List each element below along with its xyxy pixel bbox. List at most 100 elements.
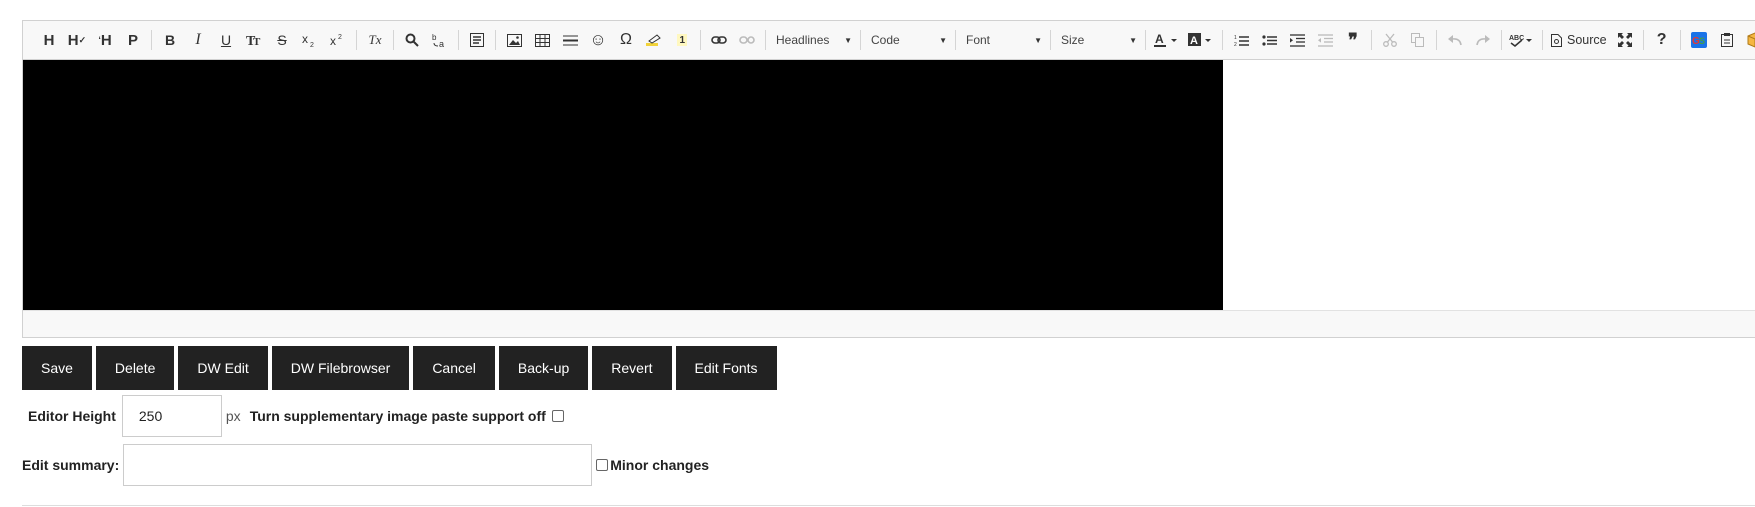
italic-button[interactable]: I (184, 26, 212, 54)
cut-icon[interactable] (1376, 26, 1404, 54)
toolbar-separator (1501, 30, 1502, 50)
heading-2-label: H (67, 31, 79, 49)
heading-2-button[interactable]: H ✓ (63, 26, 91, 54)
editor-height-unit: px (225, 408, 241, 424)
chevron-down-icon: ▼ (1129, 35, 1137, 45)
table-icon[interactable] (528, 26, 556, 54)
outdent-icon[interactable] (1311, 26, 1339, 54)
search-icon[interactable] (398, 26, 426, 54)
edit-summary-label: Edit summary: (22, 457, 120, 473)
headlines-label: Headlines (776, 33, 830, 47)
blockquote-icon[interactable]: ❞ (1339, 26, 1367, 54)
svg-text:x: x (302, 32, 308, 46)
toolbar-separator (393, 30, 394, 50)
text-color-icon[interactable]: A (1150, 26, 1184, 54)
package-icon[interactable] (1741, 26, 1755, 54)
spellcheck-icon[interactable]: ABC (1506, 26, 1538, 54)
link-icon[interactable] (705, 26, 733, 54)
select-all-icon[interactable] (463, 26, 491, 54)
special-character-icon[interactable]: Ω (612, 26, 640, 54)
edit-summary-row: Edit summary: Minor changes (22, 443, 709, 487)
dw-edit-button[interactable]: DW Edit (178, 346, 268, 390)
superscript-icon[interactable]: x2 (324, 26, 352, 54)
caps-icon[interactable]: TT (240, 26, 268, 54)
svg-text:1: 1 (680, 35, 686, 46)
size-label: Size (1061, 33, 1085, 47)
svg-text:A: A (1155, 32, 1164, 46)
cancel-button[interactable]: Cancel (413, 346, 495, 390)
font-combo[interactable]: Font ▼ (960, 26, 1046, 54)
toolbar-separator (860, 30, 861, 50)
divider (22, 505, 1755, 506)
paragraph-button[interactable]: P (119, 26, 147, 54)
undo-icon[interactable] (1441, 26, 1469, 54)
toolbar-separator (1371, 30, 1372, 50)
svg-text:2: 2 (1234, 42, 1237, 47)
headlines-combo[interactable]: Headlines ▼ (770, 26, 856, 54)
heading-3-label: H (100, 31, 112, 49)
minor-changes-checkbox[interactable] (596, 459, 609, 471)
bulleted-list-icon[interactable] (1255, 26, 1283, 54)
subscript-icon[interactable]: x2 (296, 26, 324, 54)
code-combo[interactable]: Code ▼ (865, 26, 951, 54)
revert-button[interactable]: Revert (592, 346, 672, 390)
svg-text:A: A (1190, 35, 1198, 47)
image-icon[interactable] (500, 26, 528, 54)
bold-button[interactable]: B (156, 26, 184, 54)
toolbar-separator (1222, 30, 1223, 50)
edit-fonts-button[interactable]: Edit Fonts (675, 346, 777, 390)
toolbar-separator (955, 30, 956, 50)
chevron-down-icon: ▼ (939, 35, 947, 45)
svg-text:S: S (1699, 36, 1705, 46)
toolbar-separator (1679, 30, 1681, 50)
heading-1-button[interactable]: H (35, 26, 63, 54)
toolbar-separator (700, 30, 701, 50)
google-search-icon[interactable]: GS (1685, 26, 1713, 54)
code-label: Code (871, 33, 900, 47)
paste-support-checkbox[interactable] (551, 410, 564, 422)
numbered-list-icon[interactable]: 12 (1227, 26, 1255, 54)
redo-icon[interactable] (1469, 26, 1497, 54)
underline-button[interactable]: U (212, 26, 240, 54)
svg-text:2: 2 (310, 42, 314, 48)
horizontal-rule-icon[interactable] (556, 26, 584, 54)
help-icon[interactable]: ? (1648, 26, 1676, 54)
svg-text:1: 1 (1234, 35, 1237, 41)
editor-content-area[interactable] (23, 60, 1755, 311)
smiley-icon[interactable]: ☺ (584, 26, 612, 54)
edit-summary-input[interactable] (123, 444, 593, 486)
editor-status-bar (23, 310, 1755, 337)
chevron-down-icon: ▼ (844, 35, 852, 45)
toolbar-separator (1436, 30, 1437, 50)
remove-format-button[interactable]: Tx (361, 26, 389, 54)
toolbar-separator (1642, 30, 1644, 50)
chevron-down-icon: ▼ (1034, 35, 1042, 45)
heading-3-button[interactable]: ʻH (91, 26, 119, 54)
delete-button[interactable]: Delete (95, 346, 175, 390)
indent-icon[interactable] (1283, 26, 1311, 54)
maximize-icon[interactable] (1611, 26, 1639, 54)
footnote-icon[interactable]: 1 (668, 26, 696, 54)
unlink-icon[interactable] (733, 26, 761, 54)
strikethrough-button[interactable]: S (268, 26, 296, 54)
action-buttons: Save Delete DW Edit DW Filebrowser Cance… (22, 346, 781, 390)
replace-icon[interactable]: ba (426, 26, 454, 54)
backup-button[interactable]: Back-up (498, 346, 589, 390)
copy-icon[interactable] (1404, 26, 1432, 54)
editor-height-input[interactable]: 250 (121, 395, 222, 437)
editor-toolbar: H H ✓ ʻH P B I U TT S x2 x2 Tx ba ☺ Ω 1 … (23, 21, 1755, 60)
background-color-icon[interactable]: A (1184, 26, 1218, 54)
dw-filebrowser-button[interactable]: DW Filebrowser (271, 346, 410, 390)
svg-text:b: b (432, 33, 437, 42)
source-button[interactable]: Source (1547, 26, 1611, 54)
source-label: Source (1567, 33, 1607, 47)
save-button[interactable]: Save (22, 346, 92, 390)
highlighter-icon[interactable] (640, 26, 668, 54)
size-combo[interactable]: Size ▼ (1055, 26, 1141, 54)
svg-text:T: T (253, 36, 261, 47)
toolbar-separator (495, 30, 496, 50)
clipboard-icon[interactable] (1713, 26, 1741, 54)
toolbar-separator (1145, 30, 1146, 50)
heading-2-mark-icon: ✓ (78, 34, 87, 45)
paste-support-label: Turn supplementary image paste support o… (249, 408, 546, 424)
